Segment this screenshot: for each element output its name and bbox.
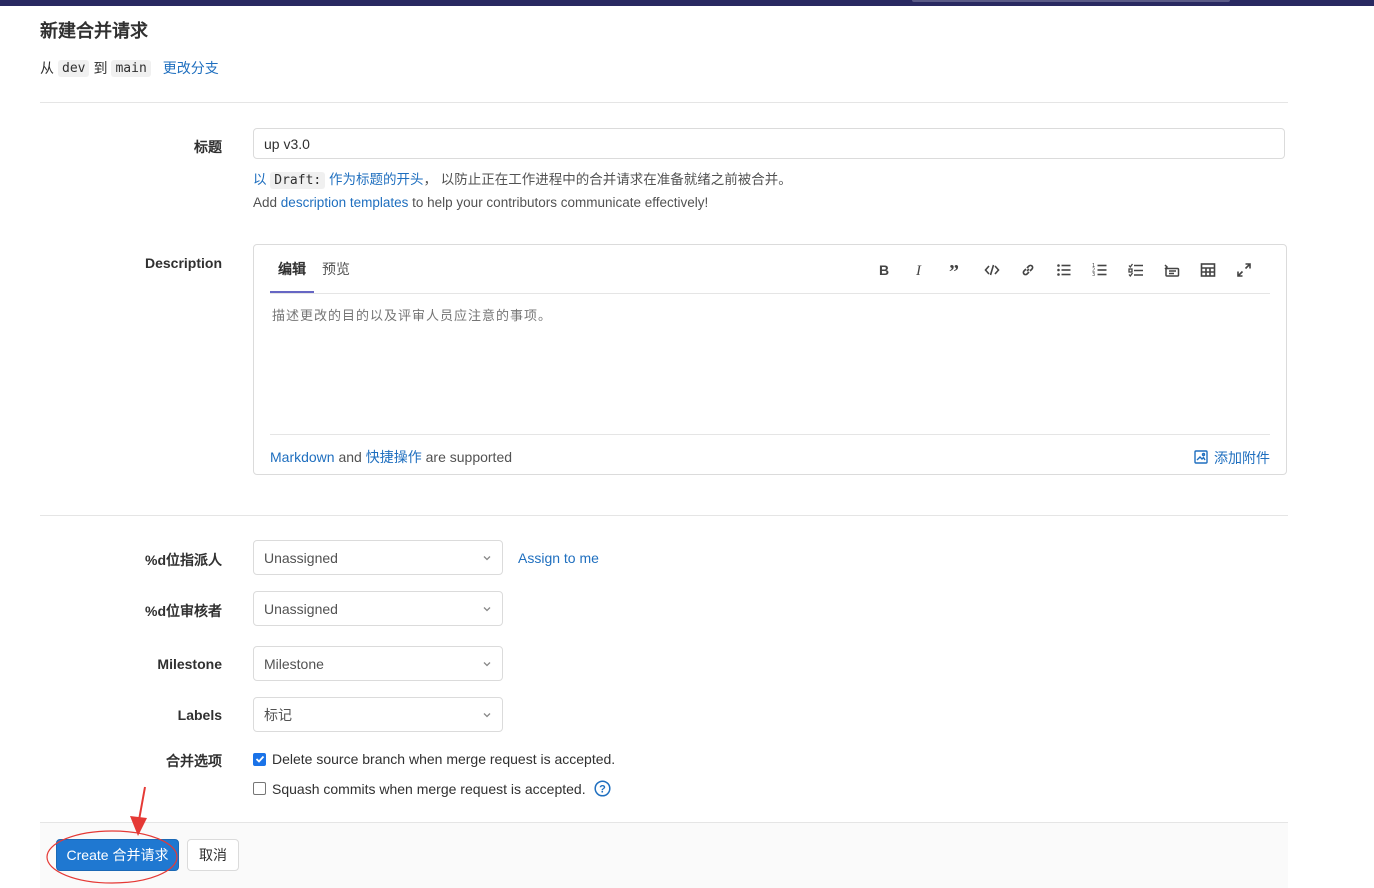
description-textarea[interactable] [270, 301, 1274, 439]
target-branch: main [111, 59, 151, 77]
title-input[interactable] [253, 128, 1285, 159]
divider [40, 102, 1288, 103]
tab-write[interactable]: 编辑 [270, 245, 314, 293]
attach-file-label: 添加附件 [1214, 450, 1270, 466]
code-icon[interactable] [974, 259, 1010, 281]
divider [40, 515, 1288, 516]
image-icon [1194, 449, 1208, 467]
milestone-label: Milestone [157, 656, 222, 672]
delete-branch-text: Delete source branch when merge request … [272, 751, 616, 767]
collapsible-icon[interactable] [1154, 259, 1190, 281]
to-text: 到 [93, 60, 108, 76]
milestone-dropdown[interactable]: Milestone [253, 646, 503, 681]
draft-hint-prefix: 以 [253, 172, 267, 187]
branch-info: 从 dev 到 main 更改分支 [40, 58, 219, 78]
markdown-link[interactable]: Markdown [270, 449, 335, 465]
editor-footer-divider [270, 434, 1270, 435]
navbar-search[interactable] [912, 0, 1230, 2]
source-branch: dev [58, 59, 90, 77]
chevron-down-icon [483, 712, 491, 717]
checkmark-icon [255, 755, 264, 763]
templates-hint-prefix: Add [253, 195, 278, 210]
numbered-list-icon[interactable]: 123 [1082, 259, 1118, 281]
squash-text: Squash commits when merge request is acc… [272, 780, 586, 797]
assignee-value: Unassigned [264, 549, 338, 566]
italic-icon[interactable]: I [902, 259, 938, 281]
link-icon[interactable] [1010, 259, 1046, 281]
quick-actions-link[interactable]: 快捷操作 [366, 449, 422, 465]
svg-text:B: B [879, 262, 889, 278]
description-editor: 编辑 预览 B I ” 123 Markdown and 快捷操作 are su… [253, 244, 1287, 475]
from-text: 从 [40, 60, 54, 76]
draft-link[interactable]: 作为标题的开头 [329, 172, 424, 187]
bold-icon[interactable]: B [866, 259, 902, 281]
top-navbar [0, 0, 1374, 6]
draft-code: Draft: [270, 172, 326, 189]
title-label: 标题 [194, 139, 222, 155]
milestone-value: Milestone [264, 655, 324, 672]
and-text: and [338, 449, 362, 465]
reviewer-label: %d位审核者 [145, 603, 222, 619]
merge-options-label: 合并选项 [166, 753, 222, 769]
supported-text: are supported [425, 449, 513, 465]
reviewer-dropdown[interactable]: Unassigned [253, 591, 503, 626]
labels-dropdown[interactable]: 标记 [253, 697, 503, 732]
attach-file-button[interactable]: 添加附件 [1194, 448, 1270, 468]
description-templates-link[interactable]: description templates [281, 195, 409, 210]
reviewer-value: Unassigned [264, 600, 338, 617]
svg-text:3: 3 [1092, 272, 1095, 278]
chevron-down-icon [483, 661, 491, 666]
delete-branch-option: Delete source branch when merge request … [253, 751, 615, 767]
description-label: Description [144, 255, 222, 271]
labels-label: Labels [177, 707, 222, 723]
page-title: 新建合并请求 [40, 21, 148, 41]
squash-checkbox[interactable] [253, 782, 266, 795]
annotation-arrow [138, 786, 146, 821]
draft-hint-suffix: ， 以防止正在工作进程中的合并请求在准备就绪之前被合并。 [423, 172, 792, 187]
fullscreen-icon[interactable] [1226, 259, 1262, 281]
markdown-note: Markdown and 快捷操作 are supported [270, 447, 512, 467]
svg-text:I: I [915, 263, 922, 278]
squash-option: Squash commits when merge request is acc… [253, 780, 611, 797]
editor-divider [270, 293, 1270, 294]
markdown-toolbar: B I ” 123 [866, 259, 1262, 281]
templates-hint-suffix: to help your contributors communicate ef… [412, 195, 709, 210]
delete-branch-checkbox[interactable] [253, 752, 266, 766]
chevron-down-icon [483, 555, 491, 560]
form-actions: Create 合并请求 取消 [40, 822, 1288, 888]
assign-to-me-link[interactable]: Assign to me [518, 550, 599, 566]
labels-value: 标记 [264, 706, 292, 723]
editor-tabs: 编辑 预览 [270, 245, 358, 294]
help-icon[interactable]: ? [594, 780, 611, 797]
templates-hint: Add description templates to help your c… [253, 195, 708, 210]
create-merge-request-button[interactable]: Create 合并请求 [56, 839, 179, 871]
change-branches-link[interactable]: 更改分支 [163, 58, 219, 78]
svg-text:?: ? [599, 784, 606, 796]
assignee-dropdown[interactable]: Unassigned [253, 540, 503, 575]
chevron-down-icon [483, 606, 491, 611]
bullet-list-icon[interactable] [1046, 259, 1082, 281]
cancel-button[interactable]: 取消 [187, 839, 239, 871]
task-list-icon[interactable] [1118, 259, 1154, 281]
table-icon[interactable] [1190, 259, 1226, 281]
assignee-label: %d位指派人 [145, 552, 222, 568]
svg-text:”: ” [949, 262, 959, 278]
quote-icon[interactable]: ” [938, 259, 974, 281]
draft-hint: 以 Draft: 作为标题的开头， 以防止正在工作进程中的合并请求在准备就绪之前… [253, 168, 792, 189]
tab-preview[interactable]: 预览 [314, 245, 358, 293]
